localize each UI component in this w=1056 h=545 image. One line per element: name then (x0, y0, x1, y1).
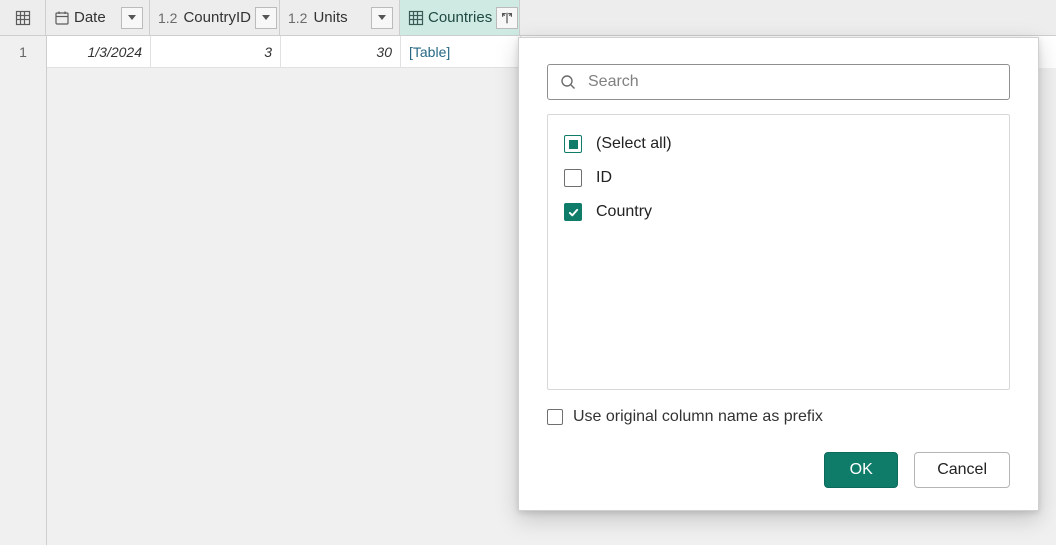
button-row: OK Cancel (547, 452, 1010, 488)
cell-date[interactable]: 1/3/2024 (47, 36, 151, 68)
column-header-countries[interactable]: Countries (400, 0, 520, 35)
column-header-date[interactable]: Date (46, 0, 150, 35)
option-label: (Select all) (596, 135, 672, 153)
column-label: CountryID (183, 9, 251, 26)
search-input[interactable] (586, 72, 997, 92)
prefix-label: Use original column name as prefix (573, 408, 823, 426)
caret-down-icon (128, 15, 136, 20)
column-options: (Select all) ID Country (547, 114, 1010, 390)
number-type-icon: 1.2 (288, 10, 307, 26)
option-label: Country (596, 203, 652, 221)
search-box[interactable] (547, 64, 1010, 100)
checkbox-checked[interactable] (564, 203, 582, 221)
column-filter-button[interactable] (121, 7, 143, 29)
row-number[interactable]: 1 (0, 36, 46, 69)
expand-icon (500, 11, 514, 25)
table-icon (15, 10, 31, 26)
cell-countries[interactable]: [Table] (401, 36, 521, 68)
caret-down-icon (378, 15, 386, 20)
ok-button[interactable]: OK (824, 452, 898, 488)
column-header-units[interactable]: 1.2 Units (280, 0, 400, 35)
rownum-header[interactable] (0, 0, 46, 35)
caret-down-icon (262, 15, 270, 20)
column-header-countryid[interactable]: 1.2 CountryID (150, 0, 280, 35)
checkbox-unchecked[interactable] (564, 169, 582, 187)
grid-header: Date 1.2 CountryID 1.2 Units Countries (0, 0, 1056, 36)
column-label: Date (74, 9, 106, 26)
column-label: Units (313, 9, 347, 26)
table-link[interactable]: [Table] (409, 44, 450, 60)
option-select-all[interactable]: (Select all) (564, 127, 993, 161)
cancel-button[interactable]: Cancel (914, 452, 1010, 488)
calendar-icon (54, 10, 70, 26)
expand-column-button[interactable] (496, 7, 518, 29)
number-type-icon: 1.2 (158, 10, 177, 26)
search-icon (560, 74, 576, 90)
expand-columns-popup: (Select all) ID Country Use original col… (518, 37, 1039, 511)
cell-units[interactable]: 30 (281, 36, 401, 68)
option-id[interactable]: ID (564, 161, 993, 195)
column-label: Countries (428, 9, 492, 26)
column-filter-button[interactable] (255, 7, 277, 29)
prefix-option[interactable]: Use original column name as prefix (547, 408, 1010, 426)
checkbox-unchecked[interactable] (547, 409, 563, 425)
rownum-gutter: 1 (0, 36, 47, 545)
column-filter-button[interactable] (371, 7, 393, 29)
table-icon (408, 10, 424, 26)
option-country[interactable]: Country (564, 195, 993, 229)
option-label: ID (596, 169, 612, 187)
checkbox-indeterminate[interactable] (564, 135, 582, 153)
cell-countryid[interactable]: 3 (151, 36, 281, 68)
